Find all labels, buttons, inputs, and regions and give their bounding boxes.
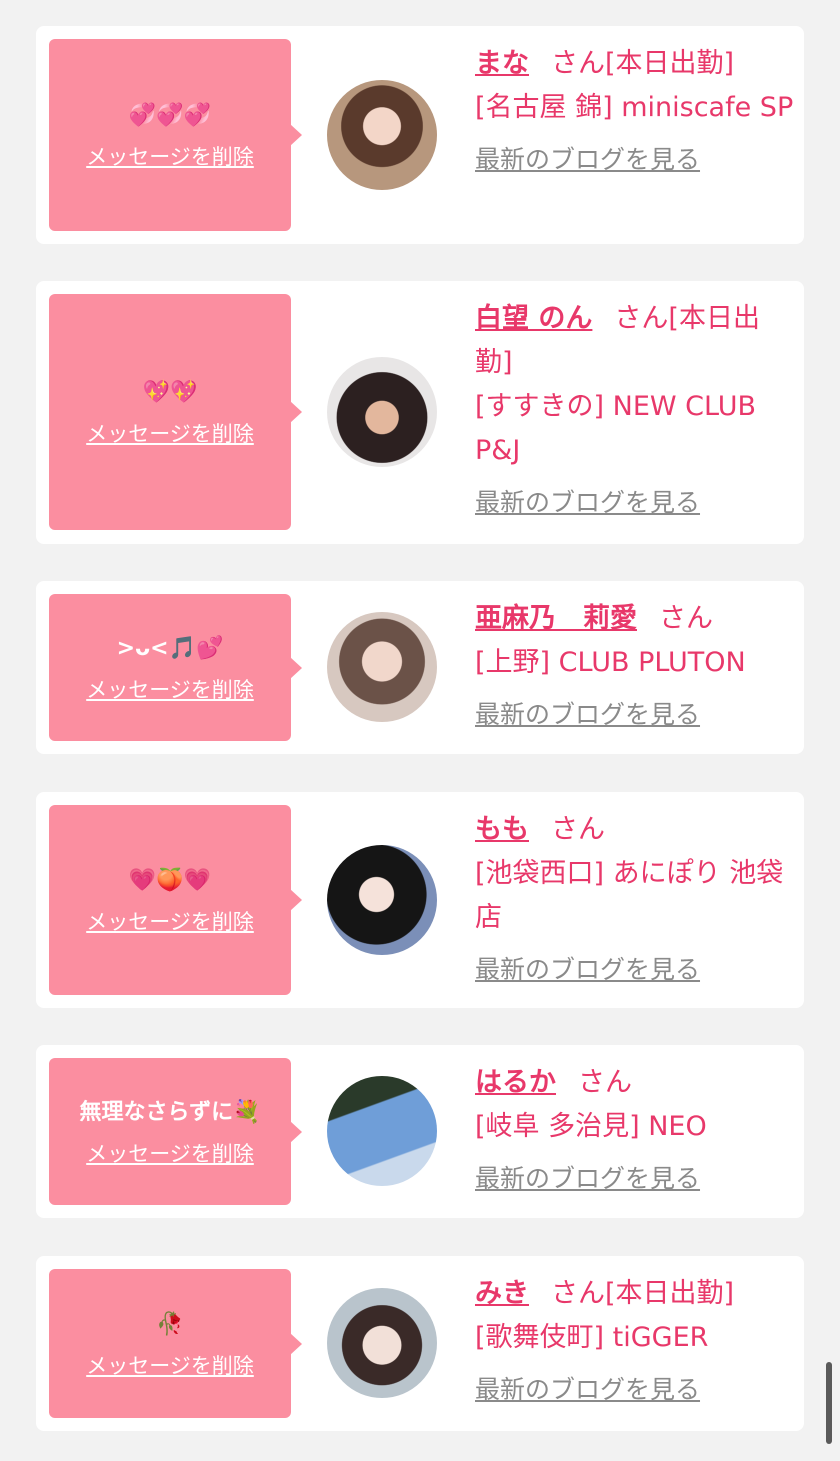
cast-name-link[interactable]: もも — [475, 814, 529, 845]
shop-info: [すすきの] NEW CLUB P&J — [475, 391, 757, 466]
message-list: 💞💞💞 メッセージを削除 まな さん[本日出勤] [名古屋 錦] miniscaf… — [0, 0, 840, 1461]
name-line: はるか さん — [475, 1061, 795, 1105]
name-suffix: さん[本日出勤] — [551, 1278, 735, 1309]
message-text: 💞💞💞 — [128, 103, 212, 128]
message-card: >ᴗ<🎵💕 メッセージを削除 亜麻乃 莉愛 さん [上野] CLUB PLUTON… — [36, 581, 804, 754]
delete-message-link[interactable]: メッセージを削除 — [86, 141, 254, 171]
message-bubble: 💖💖 メッセージを削除 — [49, 294, 302, 530]
avatar[interactable] — [327, 80, 437, 190]
cast-name-link[interactable]: まな — [475, 48, 529, 79]
message-text: 💖💖 — [142, 380, 198, 405]
cast-name-link[interactable]: みき — [475, 1278, 529, 1309]
name-line: もも さん — [475, 808, 795, 852]
message-text: 🥀 — [156, 1311, 184, 1337]
latest-blog-link[interactable]: 最新のブログを見る — [475, 142, 700, 178]
message-card: 💖💖 メッセージを削除 白望 のん さん[本日出勤] [すすきの] NEW CLU… — [36, 281, 804, 544]
card-info: はるか さん [岐阜 多治見] NEO 最新のブログを見る — [475, 1061, 795, 1201]
latest-blog-link[interactable]: 最新のブログを見る — [475, 1161, 700, 1197]
message-card: 💗🍑💗 メッセージを削除 もも さん [池袋西口] あにぽり 池袋店 最新のブログ… — [36, 792, 804, 1008]
message-bubble: 無理なさらずに💐 メッセージを削除 — [49, 1058, 302, 1205]
scrollbar[interactable] — [826, 1362, 832, 1444]
latest-blog-link[interactable]: 最新のブログを見る — [475, 952, 700, 988]
avatar[interactable] — [327, 1288, 437, 1398]
name-line: みき さん[本日出勤] — [475, 1272, 795, 1316]
latest-blog-link[interactable]: 最新のブログを見る — [475, 1372, 700, 1408]
card-info: まな さん[本日出勤] [名古屋 錦] miniscafe SP 最新のブログを見… — [475, 42, 795, 182]
avatar[interactable] — [327, 357, 437, 467]
name-line: 白望 のん さん[本日出勤] — [475, 297, 795, 385]
shop-info: [歌舞伎町] tiGGER — [475, 1322, 709, 1353]
avatar[interactable] — [327, 1076, 437, 1186]
message-card: 🥀 メッセージを削除 みき さん[本日出勤] [歌舞伎町] tiGGER 最新のブ… — [36, 1256, 804, 1431]
delete-message-link[interactable]: メッセージを削除 — [86, 674, 254, 704]
name-suffix: さん — [659, 603, 713, 634]
message-text: >ᴗ<🎵💕 — [116, 635, 224, 661]
name-suffix: さん — [578, 1067, 632, 1098]
shop-info: [名古屋 錦] miniscafe SP — [475, 92, 794, 123]
avatar[interactable] — [327, 612, 437, 722]
cast-name-link[interactable]: 白望 のん — [475, 303, 592, 334]
name-line: まな さん[本日出勤] — [475, 42, 795, 86]
name-suffix: さん[本日出勤] — [551, 48, 735, 79]
card-info: 亜麻乃 莉愛 さん [上野] CLUB PLUTON 最新のブログを見る — [475, 597, 795, 737]
message-bubble: >ᴗ<🎵💕 メッセージを削除 — [49, 594, 302, 741]
message-bubble: 💗🍑💗 メッセージを削除 — [49, 805, 302, 995]
message-bubble: 💞💞💞 メッセージを削除 — [49, 39, 302, 231]
shop-info: [岐阜 多治見] NEO — [475, 1111, 707, 1142]
card-info: もも さん [池袋西口] あにぽり 池袋店 最新のブログを見る — [475, 808, 795, 992]
message-bubble: 🥀 メッセージを削除 — [49, 1269, 302, 1418]
delete-message-link[interactable]: メッセージを削除 — [86, 906, 254, 936]
delete-message-link[interactable]: メッセージを削除 — [86, 1138, 254, 1168]
message-text: 無理なさらずに💐 — [79, 1099, 261, 1125]
latest-blog-link[interactable]: 最新のブログを見る — [475, 697, 700, 733]
delete-message-link[interactable]: メッセージを削除 — [86, 418, 254, 448]
shop-info: [上野] CLUB PLUTON — [475, 647, 746, 678]
card-info: 白望 のん さん[本日出勤] [すすきの] NEW CLUB P&J 最新のブログ… — [475, 297, 795, 525]
message-card: 💞💞💞 メッセージを削除 まな さん[本日出勤] [名古屋 錦] miniscaf… — [36, 26, 804, 244]
card-info: みき さん[本日出勤] [歌舞伎町] tiGGER 最新のブログを見る — [475, 1272, 795, 1412]
cast-name-link[interactable]: 亜麻乃 莉愛 — [475, 603, 637, 634]
message-card: 無理なさらずに💐 メッセージを削除 はるか さん [岐阜 多治見] NEO 最新の… — [36, 1045, 804, 1218]
avatar[interactable] — [327, 845, 437, 955]
message-text: 💗🍑💗 — [128, 868, 212, 893]
latest-blog-link[interactable]: 最新のブログを見る — [475, 485, 700, 521]
name-line: 亜麻乃 莉愛 さん — [475, 597, 795, 641]
name-suffix: さん — [551, 814, 605, 845]
shop-info: [池袋西口] あにぽり 池袋店 — [475, 858, 784, 933]
cast-name-link[interactable]: はるか — [475, 1067, 556, 1098]
delete-message-link[interactable]: メッセージを削除 — [86, 1350, 254, 1380]
